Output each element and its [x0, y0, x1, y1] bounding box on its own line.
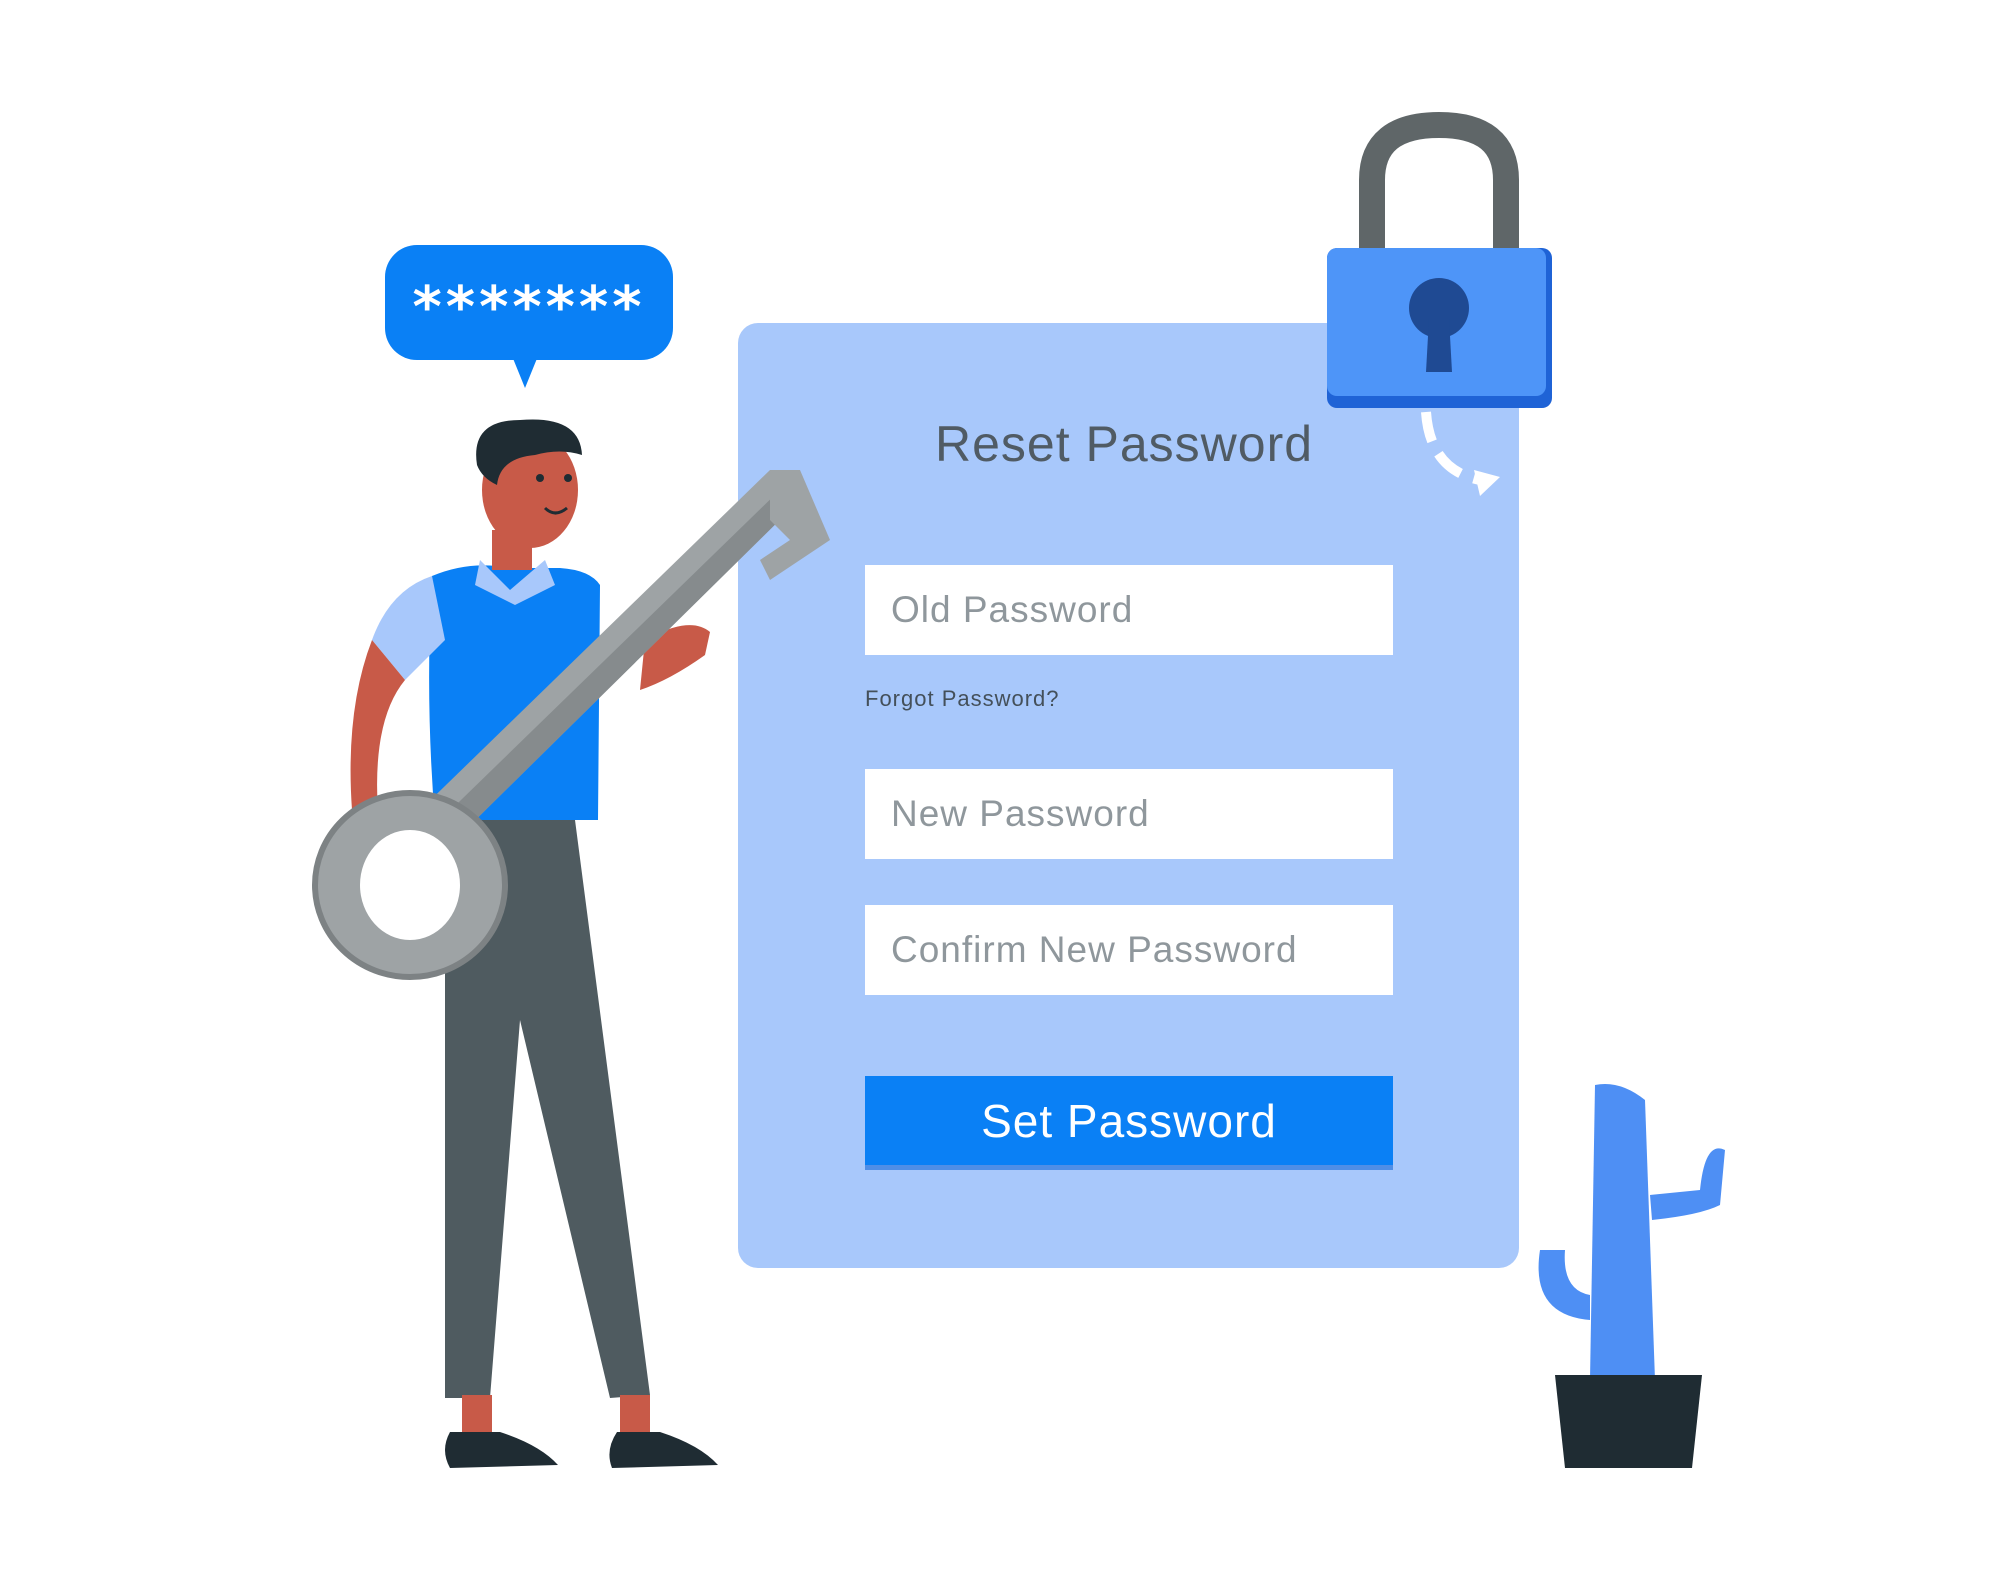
cactus-icon: [1538, 1084, 1725, 1468]
forgot-password-link[interactable]: Forgot Password?: [865, 686, 1060, 712]
old-password-input[interactable]: [865, 565, 1393, 655]
new-password-input[interactable]: [865, 769, 1393, 859]
masked-password-text: *******: [412, 275, 646, 340]
set-password-button[interactable]: Set Password: [865, 1076, 1393, 1170]
speech-bubble: *******: [385, 245, 673, 360]
confirm-password-input[interactable]: [865, 905, 1393, 995]
page-title-text: Reset Password: [935, 416, 1314, 472]
speech-bubble-tail: [512, 356, 538, 388]
